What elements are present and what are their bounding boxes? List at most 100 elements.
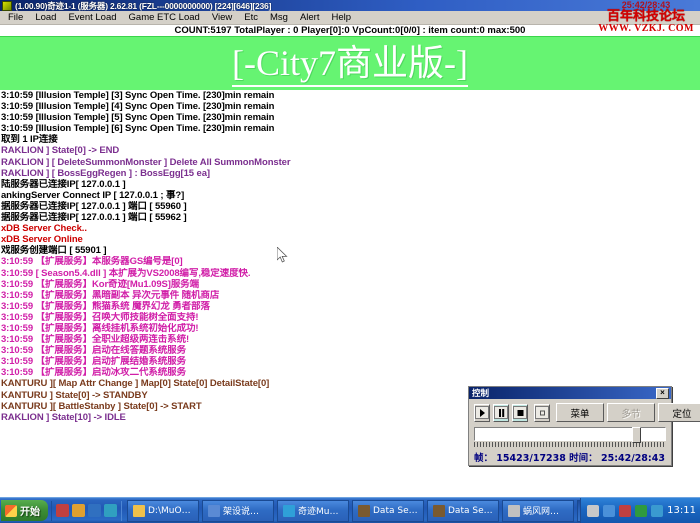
log-line: xDB Server Check..	[0, 223, 700, 234]
network-icon[interactable]	[603, 505, 615, 517]
pause-icon	[494, 406, 508, 419]
version-banner-text: [-City7商业版-]	[232, 41, 468, 87]
server-status-strip: COUNT:5197 TotalPlayer : 0 Player[0]:0 V…	[0, 25, 700, 36]
menu-item-help[interactable]: Help	[325, 11, 357, 24]
task-icon	[208, 505, 220, 517]
task-icon	[508, 505, 520, 517]
log-line: 3:10:59 【扩展服务】本服务器GS编号是[0]	[0, 256, 700, 267]
task-icon	[283, 505, 295, 517]
windows-flag-icon	[5, 505, 17, 517]
log-line: RAKLION ] [ BossEggRegen ] : BossEgg[15 …	[0, 168, 700, 179]
shield-icon[interactable]	[619, 505, 631, 517]
seek-track[interactable]	[474, 427, 666, 441]
clock-tray-icon[interactable]	[651, 505, 663, 517]
log-line: 3:10:59 【扩展服务】离线挂机系统初始化成功!	[0, 323, 700, 334]
log-line: ankingServer Connect IP [ 127.0.0.1 ; 事?…	[0, 190, 700, 201]
log-line: 3:10:59 【扩展服务】启动扩展结婚系统服务	[0, 356, 700, 367]
playback-control-body: 菜单 多节 定位 帧： 15423/17238 时间： 25:42/28:43	[469, 399, 671, 464]
taskbar-task-button[interactable]: Data Server...	[427, 500, 499, 522]
taskbar: 开始 D:\MuOnline... 架设说明 - ... 奇迹Mu数... Data …	[0, 497, 700, 523]
log-line: RAKLION ] [ DeleteSummonMonster ] Delete…	[0, 157, 700, 168]
task-icon	[133, 505, 145, 517]
task-icon	[358, 505, 370, 517]
menu-item-game-etc-load[interactable]: Game ETC Load	[123, 11, 206, 24]
tree-icon[interactable]	[635, 505, 647, 517]
desktop-icon[interactable]	[104, 504, 117, 517]
playback-status-text: 帧： 15423/17238 时间： 25:42/28:43	[474, 450, 666, 464]
menu-item-etc[interactable]: Etc	[238, 11, 264, 24]
menu-item-event-load[interactable]: Event Load	[62, 11, 122, 24]
menu-item-alert[interactable]: Alert	[294, 11, 326, 24]
stop-button[interactable]	[512, 404, 528, 422]
version-banner: [-City7商业版-]	[0, 36, 700, 90]
task-label: Data Server...	[448, 506, 493, 516]
server-status-text: COUNT:5197 TotalPlayer : 0 Player[0]:0 V…	[175, 25, 526, 36]
playback-button-row: 菜单 多节 定位	[474, 403, 666, 422]
pause-button[interactable]	[493, 404, 509, 422]
menu-item-view[interactable]: View	[206, 11, 238, 24]
menu-button[interactable]: 菜单	[556, 403, 604, 422]
log-line: 取到 1 IP连接	[0, 134, 700, 145]
close-icon[interactable]: ×	[656, 388, 669, 399]
taskbar-task-list: D:\MuOnline... 架设说明 - ... 奇迹Mu数... Data Ser…	[122, 500, 580, 522]
mouse-cursor	[277, 247, 288, 263]
log-line: 3:10:59 [ Season5.4.dll ] 本扩展为VS2008编写,稳…	[0, 268, 700, 279]
folder-icon[interactable]	[72, 504, 85, 517]
multi-section-button: 多节	[607, 403, 655, 422]
menu-bar: File Load Event Load Game ETC Load View …	[0, 11, 700, 25]
menu-item-msg[interactable]: Msg	[264, 11, 294, 24]
menu-item-load[interactable]: Load	[29, 11, 62, 24]
taskbar-task-button[interactable]: 奇迹Mu数...	[277, 500, 349, 522]
taskbar-task-button[interactable]: 架设说明 - ...	[202, 500, 274, 522]
log-line: 3:10:59 【扩展服务】启动在线答题系统服务	[0, 345, 700, 356]
seek-thumb[interactable]	[632, 427, 641, 443]
taskbar-task-button[interactable]: Data Server...	[352, 500, 424, 522]
log-line: 戏服务创建端口 [ 55901 ]	[0, 245, 700, 256]
log-line: RAKLION ] State[0] -> END	[0, 145, 700, 156]
taskbar-task-button[interactable]: 蜗风网络Q...	[502, 500, 574, 522]
window-title: (1.00.90)奇迹1-1 (服务器) 2.62.81 (FZL---0000…	[15, 0, 271, 11]
task-icon	[433, 505, 445, 517]
playback-control-title: 控制	[472, 387, 489, 399]
log-line: 3:10:59 [Illusion Temple] [4] Sync Open …	[0, 101, 700, 112]
playback-control-titlebar[interactable]: 控制 ×	[469, 387, 671, 399]
log-line: 陆服务器已连接IP[ 127.0.0.1 ]	[0, 179, 700, 190]
playback-control-window[interactable]: 控制 ×	[468, 386, 672, 466]
play-icon	[475, 406, 489, 419]
task-label: Data Server...	[373, 506, 418, 516]
quick-launch-bar	[51, 501, 122, 521]
menu-item-file[interactable]: File	[2, 11, 29, 24]
log-line: 3:10:59 [Illusion Temple] [6] Sync Open …	[0, 123, 700, 134]
log-line: 3:10:59 【扩展服务】Kor奇迹[Mu1.09S]服务端	[0, 279, 700, 290]
frame-icon	[535, 406, 549, 419]
system-tray: 13:11	[580, 498, 700, 523]
task-label: 架设说明 - ...	[223, 504, 268, 517]
app-icon	[2, 1, 12, 11]
printer-icon[interactable]	[587, 505, 599, 517]
task-label: 蜗风网络Q...	[523, 504, 568, 517]
taskbar-task-button[interactable]: D:\MuOnline...	[127, 500, 199, 522]
log-line: 3:10:59 【扩展服务】召唤大师技能树全面支持!	[0, 312, 700, 323]
log-line: 3:10:59 [Illusion Temple] [3] Sync Open …	[0, 90, 700, 101]
log-line: 3:10:59 【扩展服务】熊猫系统 魔界幻龙 勇者部落	[0, 301, 700, 312]
locate-button[interactable]: 定位	[658, 403, 700, 422]
step-frame-button[interactable]	[534, 404, 550, 422]
log-line: 3:10:59 [Illusion Temple] [5] Sync Open …	[0, 112, 700, 123]
log-line: 3:10:59 【扩展服务】全职业超级两连击系统!	[0, 334, 700, 345]
log-line: 3:10:59 【扩展服务】黑暗副本 异次元事件 随机商店	[0, 290, 700, 301]
media-icon[interactable]	[88, 504, 101, 517]
stop-icon	[513, 406, 527, 419]
start-button[interactable]: 开始	[1, 500, 48, 521]
log-line: 据服务器已连接IP[ 127.0.0.1 ] 端口 [ 55960 ]	[0, 201, 700, 212]
log-line: 据服务器已连接IP[ 127.0.0.1 ] 端口 [ 55962 ]	[0, 212, 700, 223]
window-titlebar[interactable]: (1.00.90)奇迹1-1 (服务器) 2.62.81 (FZL---0000…	[0, 0, 700, 11]
ie-icon[interactable]	[56, 504, 69, 517]
taskbar-clock[interactable]: 13:11	[667, 505, 696, 516]
seek-slider[interactable]	[474, 427, 666, 447]
play-button[interactable]	[474, 404, 490, 422]
task-label: D:\MuOnline...	[148, 506, 193, 516]
log-line: 3:10:59 【扩展服务】启动冰攻二代系统服务	[0, 367, 700, 378]
start-button-label: 开始	[20, 503, 40, 518]
log-line: xDB Server Online	[0, 234, 700, 245]
task-label: 奇迹Mu数...	[298, 504, 343, 517]
